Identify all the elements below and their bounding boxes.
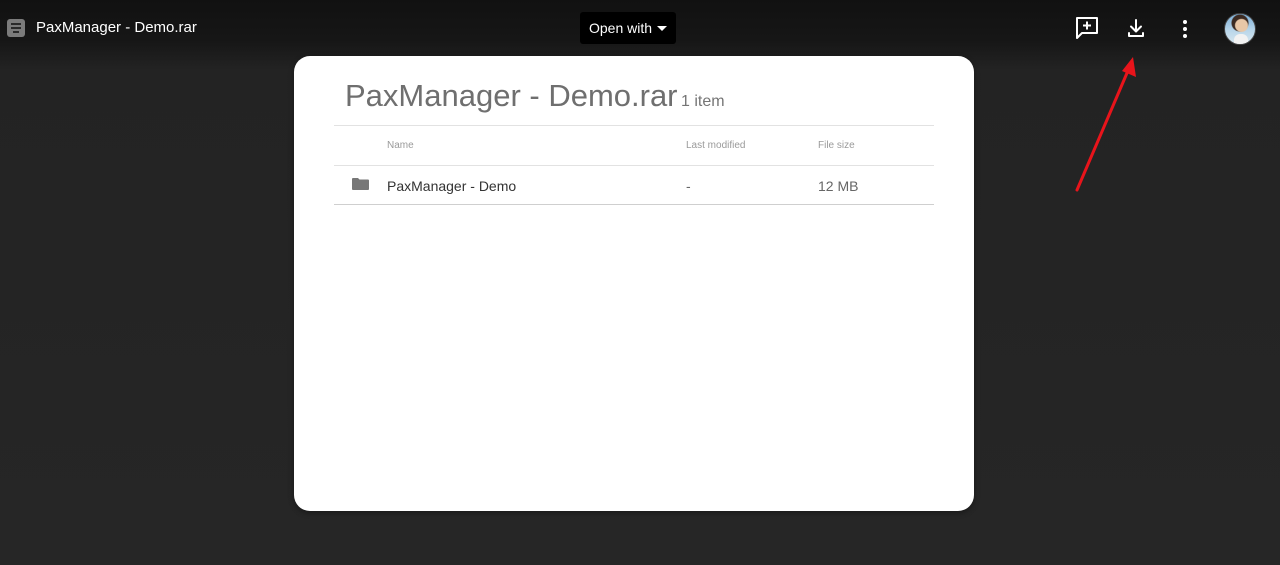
archive-preview-card: PaxManager - Demo.rar 1 item Name Last m… (294, 56, 974, 511)
open-with-button[interactable]: Open with (580, 12, 676, 44)
download-icon[interactable] (1122, 14, 1150, 42)
file-size-value: 12 MB (818, 178, 859, 194)
open-with-label: Open with (589, 20, 653, 36)
annotation-arrow (1075, 57, 1136, 192)
divider (334, 204, 934, 205)
avatar[interactable] (1224, 13, 1256, 45)
add-comment-icon[interactable] (1073, 14, 1101, 42)
drive-preview-page: PaxManager - Demo.rar Open with PaxManag… (0, 0, 1280, 565)
more-vert-icon[interactable] (1171, 14, 1199, 42)
column-header-last-modified[interactable]: Last modified (686, 139, 745, 153)
file-icon (7, 19, 25, 37)
last-modified-value: - (686, 178, 691, 194)
divider (334, 125, 934, 126)
item-count: 1 item (681, 93, 725, 110)
chevron-down-icon (657, 26, 667, 31)
column-header-file-size[interactable]: File size (818, 139, 855, 153)
archive-title: PaxManager - Demo.rar (345, 78, 678, 113)
file-name: PaxManager - Demo (387, 178, 517, 194)
column-header-name[interactable]: Name (387, 139, 414, 153)
folder-icon (352, 178, 369, 190)
file-title: PaxManager - Demo.rar (36, 19, 197, 36)
table-row[interactable]: PaxManager - Demo - 12 MB (334, 166, 934, 204)
